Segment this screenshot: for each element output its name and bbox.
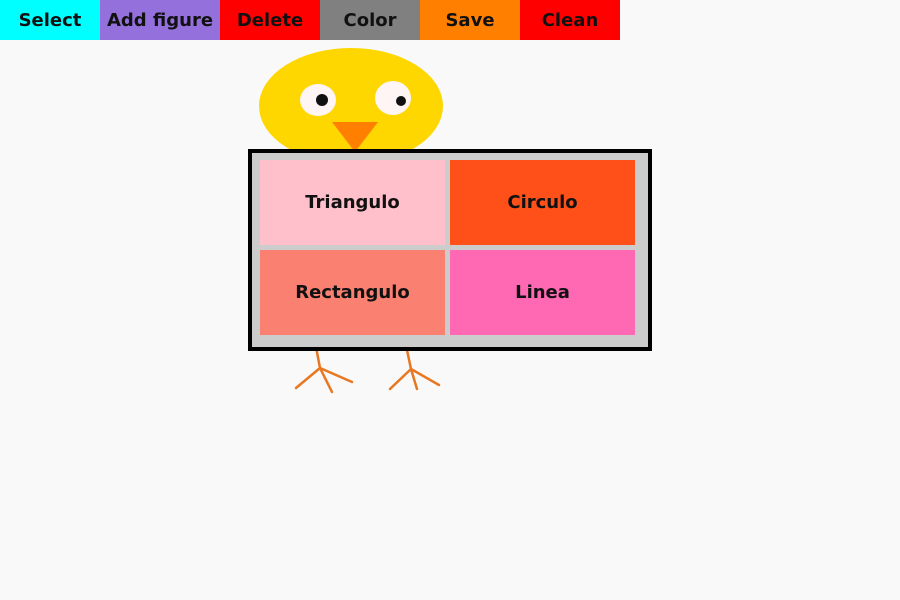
circle-option[interactable]: Circulo xyxy=(450,160,635,245)
rectangle-option[interactable]: Rectangulo xyxy=(260,250,445,335)
figure-type-menu: Triangulo Circulo Rectangulo Linea xyxy=(248,149,652,351)
chick-left-leg[interactable] xyxy=(294,345,354,394)
line-option[interactable]: Linea xyxy=(450,250,635,335)
chick-right-pupil[interactable] xyxy=(396,96,406,106)
chick-right-leg[interactable] xyxy=(388,348,441,391)
chick-left-pupil[interactable] xyxy=(316,94,328,106)
chick-right-eye[interactable] xyxy=(375,81,411,115)
paint-app: Select Add figure Delete Color Save Clea… xyxy=(0,0,900,600)
triangle-option[interactable]: Triangulo xyxy=(260,160,445,245)
